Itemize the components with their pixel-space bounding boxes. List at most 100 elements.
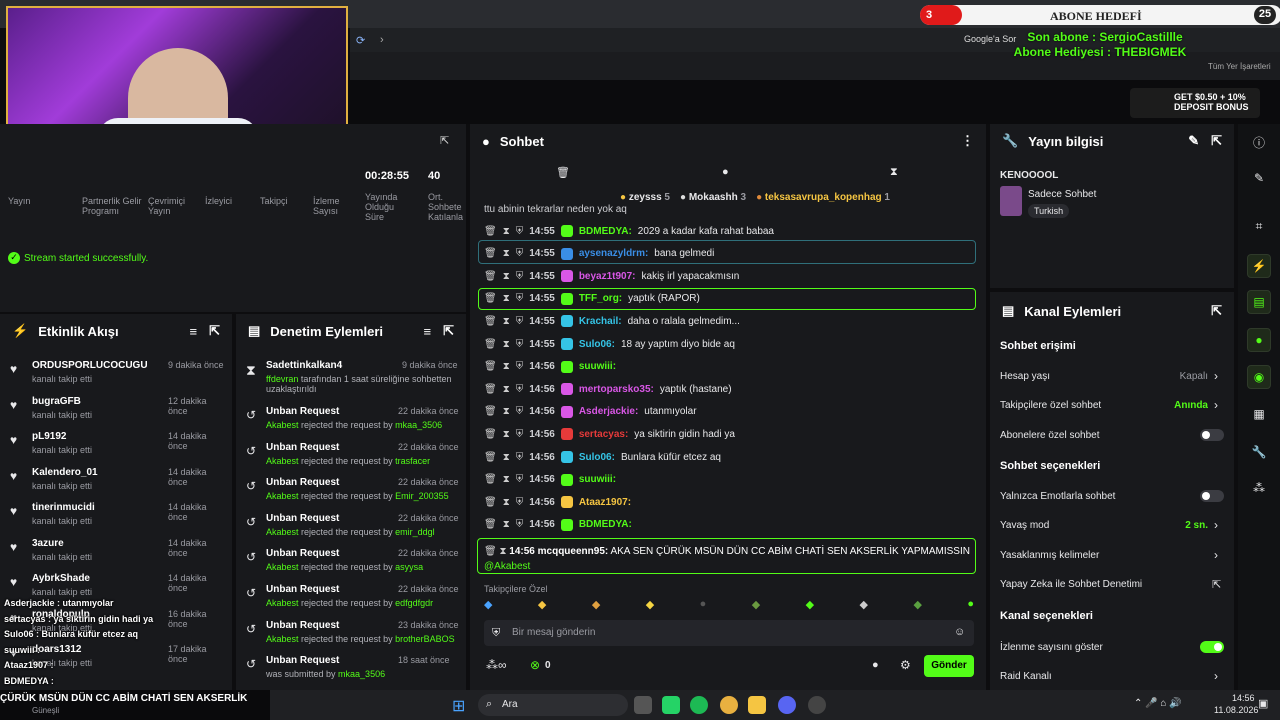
hourglass-icon[interactable]: ⧗ bbox=[503, 384, 510, 395]
channel-setting-row[interactable]: Abonelere özel sohbet bbox=[1000, 427, 1226, 447]
emote-icon[interactable]: ◆ bbox=[752, 598, 760, 614]
hourglass-icon[interactable]: ⧗ bbox=[503, 226, 510, 237]
trash-icon[interactable]: 🗑 bbox=[484, 452, 497, 463]
hourglass-icon[interactable]: ⧗ bbox=[503, 474, 510, 485]
info-icon[interactable]: ⓘ bbox=[1247, 130, 1271, 154]
chat-username[interactable]: Krachail: bbox=[579, 316, 622, 327]
emote-icon[interactable]: ◆ bbox=[913, 598, 921, 614]
notification-icon[interactable]: ▣ bbox=[1258, 697, 1268, 710]
follower-name[interactable]: bugraGFB bbox=[32, 396, 81, 407]
shield-icon[interactable]: ⛨ bbox=[516, 452, 524, 463]
hourglass-icon[interactable]: ⧗ bbox=[503, 519, 510, 530]
ad-banner[interactable]: GET $0.50 + 10% DEPOSIT BONUS bbox=[1130, 88, 1260, 118]
trash-icon[interactable]: 🗑 bbox=[556, 166, 570, 179]
shield-icon[interactable]: ⛨ bbox=[516, 384, 524, 395]
hourglass-icon[interactable]: ⧗ bbox=[503, 271, 510, 282]
community-icon[interactable]: ⁂ bbox=[1247, 476, 1271, 500]
popout-icon[interactable]: ⇱ bbox=[1211, 133, 1222, 149]
emote-icon[interactable]: ◆ bbox=[538, 598, 546, 614]
trash-icon[interactable]: 🗑 bbox=[484, 406, 497, 417]
shield-icon[interactable]: ⛨ bbox=[516, 361, 524, 372]
kick-points-icon[interactable]: ⊗ bbox=[530, 658, 540, 672]
shield-icon[interactable]: ⛨ bbox=[516, 406, 524, 417]
windows-start-icon[interactable]: ⊞ bbox=[452, 696, 465, 716]
wrench-icon[interactable]: 🔧 bbox=[1247, 440, 1271, 464]
forward-icon[interactable]: › bbox=[380, 34, 384, 46]
community-icon[interactable]: ⁂∞ bbox=[486, 658, 507, 672]
toggle-switch[interactable] bbox=[1200, 428, 1224, 441]
chat-username[interactable]: Asderjackie: bbox=[579, 406, 638, 417]
gear-icon[interactable]: ⚙ bbox=[900, 658, 911, 672]
shield-icon[interactable]: ⛨ bbox=[516, 316, 524, 327]
hourglass-icon[interactable]: ⧗ bbox=[503, 497, 510, 508]
channel-setting-row[interactable]: Yavaş mod 2 sn. › bbox=[1000, 517, 1226, 537]
unban-request-item[interactable]: ↺ Unban Request 22 dakika önce Akabest reje… bbox=[244, 402, 462, 438]
reload-icon[interactable]: ⟳ bbox=[356, 34, 365, 47]
shield-icon[interactable]: ⛨ bbox=[516, 339, 524, 350]
document-icon[interactable]: ▤ bbox=[1247, 290, 1271, 314]
edit-icon[interactable]: ✎ bbox=[1188, 133, 1199, 149]
chat-username[interactable]: suuwiii: bbox=[579, 361, 616, 372]
chat-username[interactable]: Sulo06: bbox=[579, 339, 615, 350]
obs-icon[interactable] bbox=[808, 696, 826, 714]
shield-icon[interactable]: ⛨ bbox=[516, 271, 524, 282]
crop-icon[interactable]: ⌗ bbox=[1247, 214, 1271, 238]
chat-input[interactable]: ⛨ Bir mesaj gönderin ☺ bbox=[484, 620, 974, 646]
follower-name[interactable]: Kalendero_01 bbox=[32, 467, 98, 478]
emoji-icon[interactable]: ☺ bbox=[954, 626, 965, 638]
chat-username[interactable]: sertacyas: bbox=[579, 429, 628, 440]
trash-icon[interactable]: 🗑 bbox=[484, 429, 497, 440]
chat-username[interactable]: beyaz1t907: bbox=[579, 271, 636, 282]
follower-name[interactable]: ORDUSPORLUCOCUGU bbox=[32, 360, 148, 371]
trash-icon[interactable]: 🗑 bbox=[484, 271, 497, 282]
hourglass-icon[interactable]: ⧗ bbox=[503, 361, 510, 372]
chat-username[interactable]: suuwiii: bbox=[579, 474, 616, 485]
send-button[interactable]: Gönder bbox=[924, 655, 974, 677]
emote-icon[interactable]: ◆ bbox=[592, 598, 600, 614]
trash-icon[interactable]: 🗑 bbox=[484, 519, 497, 530]
trash-icon[interactable]: 🗑 bbox=[484, 497, 497, 508]
more-options-icon[interactable]: ⋮ bbox=[961, 133, 974, 149]
emote-icon[interactable]: ● bbox=[967, 598, 974, 614]
discord-icon[interactable] bbox=[778, 696, 796, 714]
unban-request-item[interactable]: ↺ Unban Request 22 dakika önce Akabest reje… bbox=[244, 509, 462, 545]
unban-request-item[interactable]: ↺ Unban Request 22 dakika önce Akabest reje… bbox=[244, 438, 462, 474]
shield-icon[interactable]: ⛨ bbox=[516, 429, 524, 440]
channel-setting-row[interactable]: Takipçilere özel sohbet Anında › bbox=[1000, 397, 1226, 417]
channel-setting-row[interactable]: Yasaklanmış kelimeler › bbox=[1000, 547, 1226, 567]
follower-name[interactable]: 3azure bbox=[32, 538, 64, 549]
channel-setting-row[interactable]: Raid Kanalı › bbox=[1000, 668, 1226, 688]
tray-icons[interactable]: ⌃ 🎤 ⌂ 🔊 bbox=[1134, 698, 1182, 709]
chat-username[interactable]: Ataaz1907: bbox=[579, 497, 631, 508]
filter-icon[interactable]: ≡ bbox=[424, 324, 432, 339]
chat-username[interactable]: BDMEDYA: bbox=[579, 519, 632, 530]
emote-icon[interactable]: ● bbox=[700, 598, 707, 614]
taskbar-search[interactable]: ⌕ Ara bbox=[478, 694, 628, 716]
whatsapp-icon[interactable] bbox=[662, 696, 680, 714]
hourglass-icon[interactable]: ⧗ bbox=[503, 406, 510, 417]
unban-request-item[interactable]: ↺ Unban Request 22 dakika önce Akabest reje… bbox=[244, 544, 462, 580]
channel-setting-row[interactable]: Yalnızca Emotlarla sohbet bbox=[1000, 488, 1226, 508]
popout-icon[interactable]: ⇱ bbox=[1211, 303, 1222, 319]
pencil-icon[interactable]: ✎ bbox=[1247, 166, 1271, 190]
channel-setting-row[interactable]: Yapay Zeka ile Sohbet Denetimi ⇱ bbox=[1000, 576, 1226, 596]
trash-icon[interactable]: 🗑 bbox=[484, 316, 497, 327]
unban-request-item[interactable]: ↺ Unban Request 22 dakika önce Akabest reje… bbox=[244, 473, 462, 509]
category-name[interactable]: Sadece Sohbet bbox=[1028, 189, 1096, 200]
hourglass-icon[interactable]: ⧗ bbox=[503, 452, 510, 463]
spotify-icon[interactable] bbox=[690, 696, 708, 714]
chat-username[interactable]: BDMEDYA: bbox=[579, 226, 632, 237]
server-icon[interactable]: ▦ bbox=[1247, 402, 1271, 426]
top-chatter[interactable]: ● teksasavrupa_kopenhag 1 bbox=[756, 192, 890, 203]
unban-request-item[interactable]: ↺ Unban Request 23 dakika önce Akabest reje… bbox=[244, 616, 462, 652]
shield-icon[interactable]: ⛨ bbox=[516, 519, 524, 530]
toggle-switch[interactable] bbox=[1200, 490, 1224, 502]
trash-icon[interactable]: 🗑 bbox=[484, 226, 497, 237]
file-explorer-icon[interactable] bbox=[748, 696, 766, 714]
trash-icon[interactable]: 🗑 bbox=[484, 474, 497, 485]
chat-username[interactable]: mertoparsko35: bbox=[579, 384, 654, 395]
popout-icon[interactable]: ⇱ bbox=[440, 134, 449, 147]
follower-name[interactable]: pL9192 bbox=[32, 431, 66, 442]
hourglass-icon[interactable]: ⧗ bbox=[503, 316, 510, 327]
hourglass-icon[interactable]: ⧗ bbox=[503, 429, 510, 440]
